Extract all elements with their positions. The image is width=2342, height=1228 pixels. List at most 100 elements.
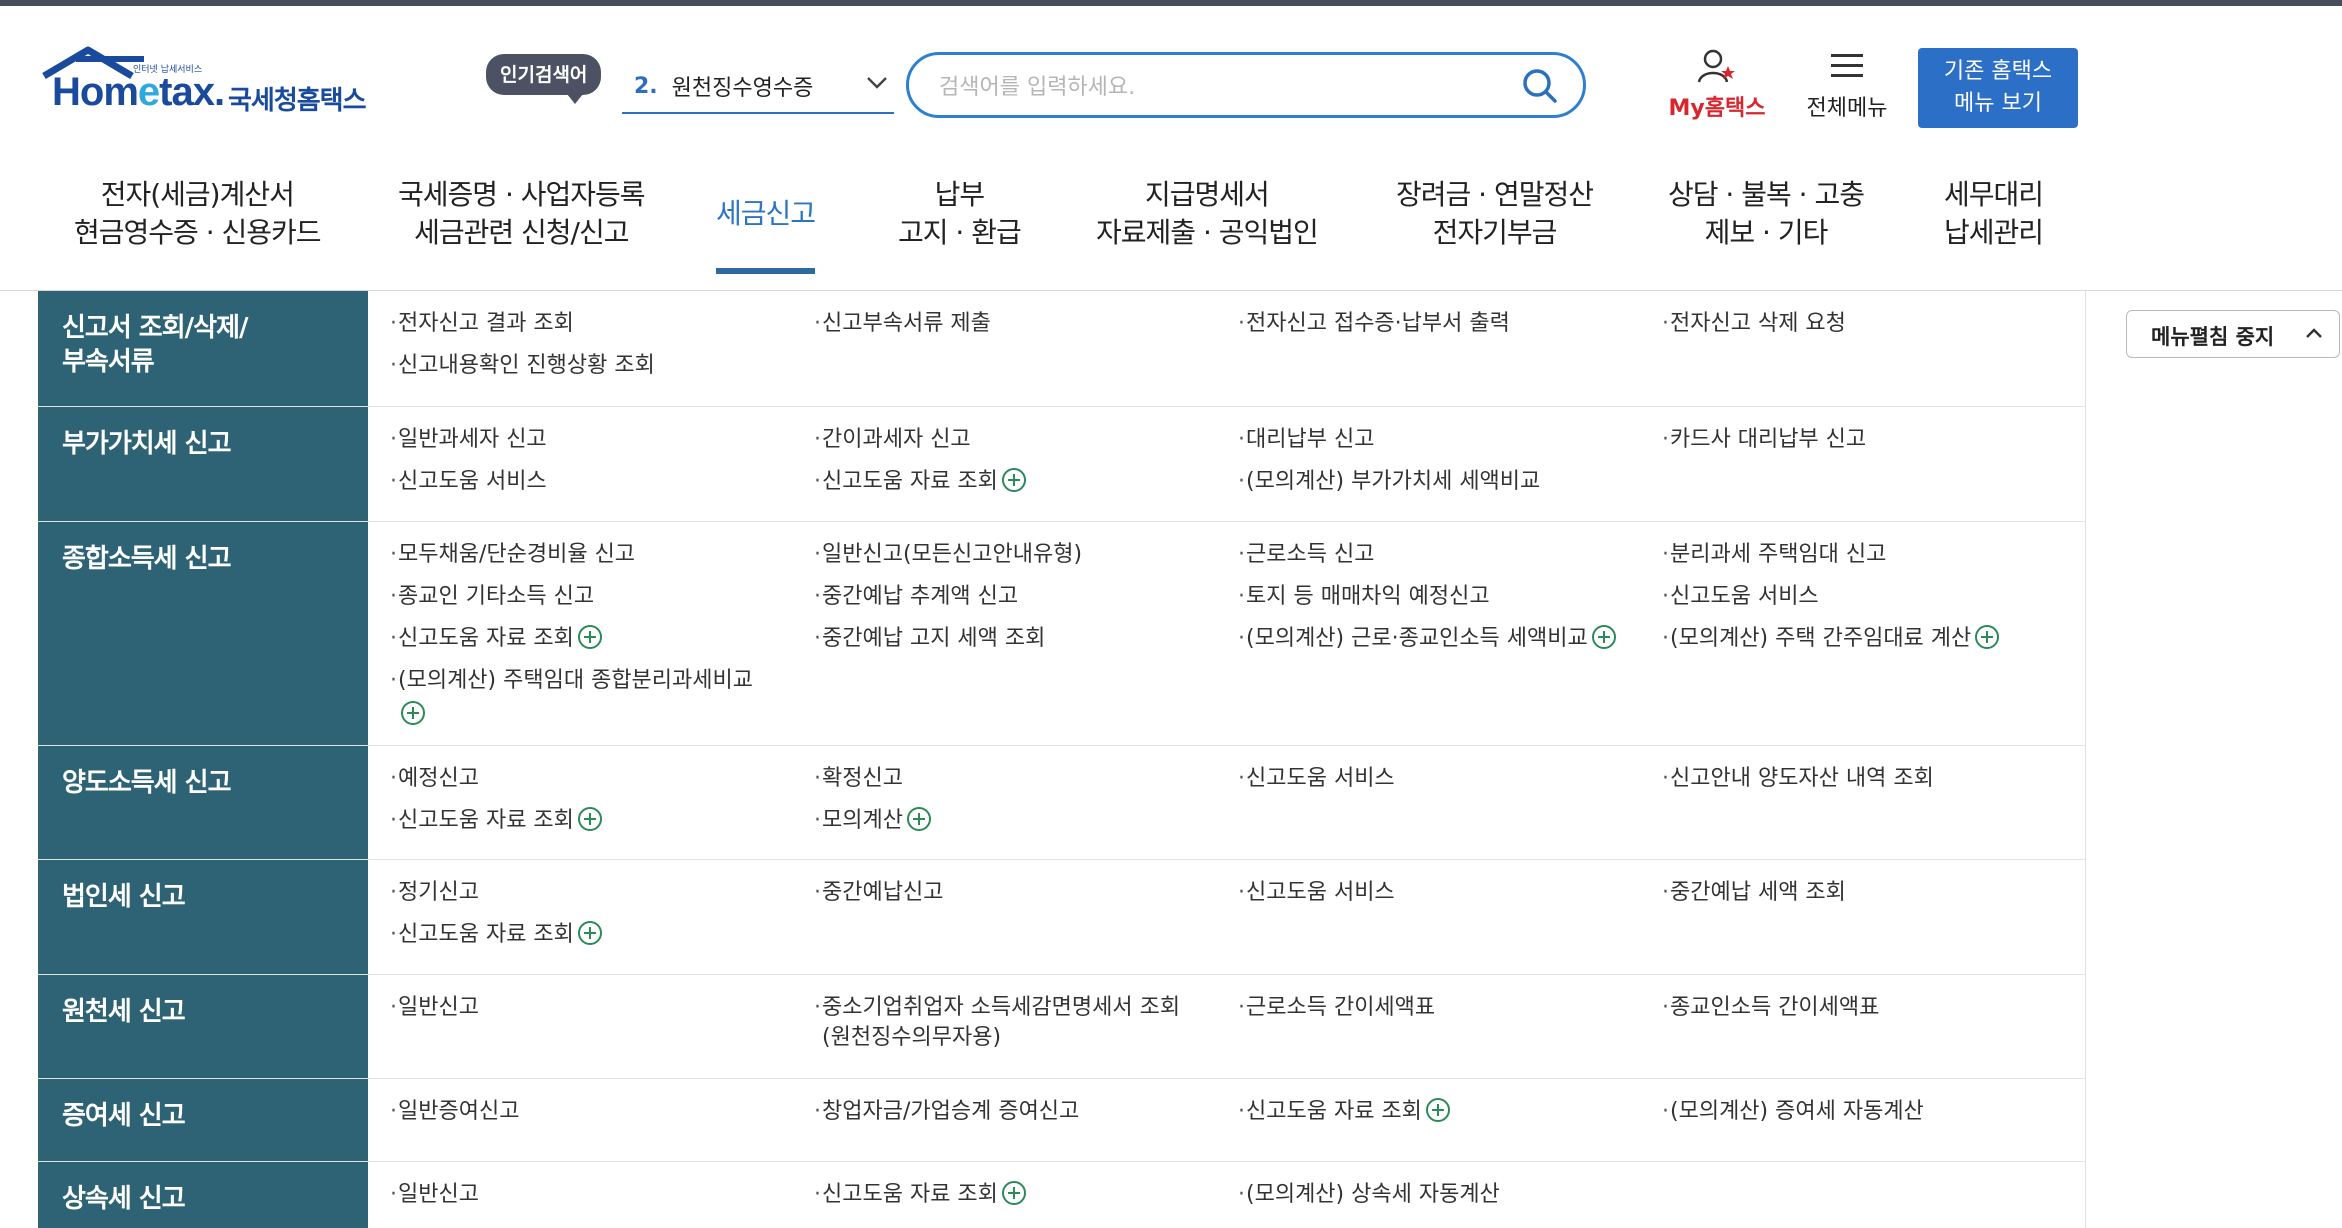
menu-link[interactable]: ·종교인소득 간이세액표: [1662, 993, 1879, 1023]
row-title: 법인세 신고: [62, 882, 186, 912]
plus-circle-icon[interactable]: [1974, 624, 2000, 650]
row-heading: 신고서 조회/삭제/ 부속서류: [38, 291, 368, 406]
nav-payment-statement[interactable]: 지급명세서 자료제출 · 공익법인: [1096, 176, 1319, 252]
old-hometax-menu-button[interactable]: 기존 홈택스 메뉴 보기: [1918, 48, 2078, 128]
menu-row: 부가가치세 신고 ·일반과세자 신고 ·간이과세자 신고 ·대리납부 신고 ·카…: [38, 407, 2086, 522]
search-input[interactable]: [937, 69, 1501, 105]
nav-label: 세무대리: [1944, 178, 2044, 211]
row-heading: 상속세 신고: [38, 1162, 368, 1228]
nav-incentive-year-end[interactable]: 장려금 · 연말정산 전자기부금: [1396, 176, 1594, 252]
plus-circle-icon[interactable]: [577, 920, 603, 946]
menu-link[interactable]: ·일반증여신고: [390, 1097, 519, 1127]
menu-link[interactable]: ·중간예납 추계액 신고: [814, 582, 1018, 612]
menu-link[interactable]: ·신고도움 서비스: [1238, 764, 1395, 794]
menu-link[interactable]: ·신고내용확인 진행상황 조회: [390, 351, 655, 381]
plus-circle-icon[interactable]: [400, 700, 426, 726]
menu-link[interactable]: ·일반과세자 신고: [390, 425, 547, 455]
hometax-logo[interactable]: 인터넷 납세서비스 Hometax. 국세청홈택스: [38, 46, 388, 126]
menu-link[interactable]: ·(모의계산) 주택 간주임대료 계산: [1662, 624, 2000, 654]
menu-link[interactable]: ·모두채움/단순경비율 신고: [390, 540, 635, 570]
plus-circle-icon[interactable]: [1001, 467, 1027, 493]
nav-label: 세금관련 신청/신고: [414, 216, 629, 249]
menu-link[interactable]: ·신고도움 자료 조회: [1238, 1097, 1451, 1127]
menu-link[interactable]: ·신고도움 자료 조회: [390, 806, 603, 836]
menu-link[interactable]: ·중간예납 세액 조회: [1662, 878, 1846, 908]
menu-link[interactable]: ·중간예납신고: [814, 878, 943, 908]
menu-link[interactable]: ·카드사 대리납부 신고: [1662, 425, 1866, 455]
menu-link[interactable]: ·전자신고 삭제 요청: [1662, 309, 1846, 339]
active-tab-indicator: [716, 268, 816, 274]
row-title: 부가가치세 신고: [62, 429, 232, 459]
nav-label: 자료제출 · 공익법인: [1096, 216, 1319, 249]
popular-search-badge: 인기검색어: [486, 54, 602, 104]
menu-link[interactable]: ·신고도움 서비스: [390, 467, 547, 497]
menu-link[interactable]: ·신고도움 자료 조회: [390, 920, 603, 950]
menu-link[interactable]: ·신고도움 서비스: [1662, 582, 1819, 612]
menu-link[interactable]: ·분리과세 주택임대 신고: [1662, 540, 1886, 570]
nav-label: 상담 · 불복 · 고충: [1668, 178, 1865, 211]
menu-link[interactable]: ·신고안내 양도자산 내역 조회: [1662, 764, 1934, 794]
menu-link[interactable]: ·예정신고: [390, 764, 479, 794]
menu-link[interactable]: ·정기신고: [390, 878, 479, 908]
menu-link[interactable]: ·(모의계산) 증여세 자동계산: [1662, 1097, 1924, 1127]
nav-label: 세금신고: [716, 197, 816, 230]
menu-link[interactable]: ·모의계산: [814, 806, 932, 836]
row-heading: 증여세 신고: [38, 1079, 368, 1161]
row-links: ·모두채움/단순경비율 신고 ·일반신고(모든신고안내유형) ·근로소득 신고 …: [368, 522, 2086, 745]
menu-link[interactable]: ·근로소득 간이세액표: [1238, 993, 1435, 1023]
menu-link[interactable]: ·(모의계산) 근로·종교인소득 세액비교: [1238, 624, 1617, 654]
menu-link[interactable]: ·확정신고: [814, 764, 903, 794]
menu-link[interactable]: ·신고도움 자료 조회: [814, 1180, 1027, 1210]
menu-row: 법인세 신고 ·정기신고 ·중간예납신고 ·신고도움 서비스 ·중간예납 세액 …: [38, 860, 2086, 975]
nav-tax-filing[interactable]: 세금신고: [716, 195, 816, 274]
menu-link[interactable]: ·전자신고 접수증·납부서 출력: [1238, 309, 1510, 339]
menu-link[interactable]: ·신고도움 자료 조회: [390, 624, 603, 654]
menu-link[interactable]: ·전자신고 결과 조회: [390, 309, 574, 339]
my-hometax-button[interactable]: My홈택스: [1662, 48, 1772, 122]
menu-link[interactable]: ·창업자금/가업승계 증여신고: [814, 1097, 1079, 1127]
plus-circle-icon[interactable]: [906, 806, 932, 832]
nav-consulting[interactable]: 상담 · 불복 · 고충 제보 · 기타: [1668, 176, 1865, 252]
popular-rank: 2.: [634, 73, 658, 99]
menu-link[interactable]: ·일반신고: [390, 1180, 479, 1210]
plus-circle-icon[interactable]: [577, 624, 603, 650]
row-heading: 부가가치세 신고: [38, 407, 368, 521]
menu-expand-stop-button[interactable]: 메뉴펼침 중지: [2126, 310, 2340, 358]
plus-circle-icon[interactable]: [1425, 1097, 1451, 1123]
menu-link[interactable]: ·간이과세자 신고: [814, 425, 971, 455]
menu-link[interactable]: ·근로소득 신고: [1238, 540, 1374, 570]
menu-link[interactable]: ·종교인 기타소득 신고: [390, 582, 594, 612]
menu-link[interactable]: ·신고도움 자료 조회: [814, 467, 1027, 497]
row-links: ·일반과세자 신고 ·간이과세자 신고 ·대리납부 신고 ·카드사 대리납부 신…: [368, 407, 2086, 521]
old-hometax-line1: 기존 홈택스: [1943, 59, 2053, 84]
nav-label: 제보 · 기타: [1704, 216, 1829, 249]
nav-tax-agent[interactable]: 세무대리 납세관리: [1944, 176, 2044, 252]
menu-link[interactable]: ·(모의계산) 상속세 자동계산: [1238, 1180, 1500, 1210]
menu-link[interactable]: ·신고부속서류 제출: [814, 309, 991, 339]
row-links: ·일반증여신고 ·창업자금/가업승계 증여신고 ·신고도움 자료 조회 ·(모의…: [368, 1079, 2086, 1161]
menu-link[interactable]: ·대리납부 신고: [1238, 425, 1374, 455]
menu-link[interactable]: ·신고도움 서비스: [1238, 878, 1395, 908]
menu-link[interactable]: ·일반신고(모든신고안내유형): [814, 540, 1082, 570]
row-title: 신고서 조회/삭제/: [62, 313, 248, 343]
menu-toggle-label: 메뉴펼침 중지: [2151, 325, 2275, 349]
my-hometax-label: My홈택스: [1668, 96, 1766, 121]
row-links: ·예정신고 ·확정신고 ·신고도움 서비스 ·신고안내 양도자산 내역 조회 ·…: [368, 746, 2086, 859]
menu-row: 종합소득세 신고 ·모두채움/단순경비율 신고 ·일반신고(모든신고안내유형) …: [38, 522, 2086, 746]
row-title: 부속서류: [62, 347, 155, 377]
nav-payment[interactable]: 납부 고지 · 환급: [898, 176, 1022, 252]
plus-circle-icon[interactable]: [1591, 624, 1617, 650]
popular-search-select[interactable]: 2. 원천징수영수증: [622, 60, 894, 114]
nav-e-invoice[interactable]: 전자(세금)계산서 현금영수증 · 신용카드: [74, 176, 322, 252]
menu-link[interactable]: ·일반신고: [390, 993, 479, 1023]
menu-link[interactable]: ·중소기업취업자 소득세감면명세서 조회 (원천징수의무자용): [814, 993, 1180, 1053]
plus-circle-icon[interactable]: [577, 806, 603, 832]
search-icon[interactable]: [1521, 67, 1559, 105]
nav-tax-certificate[interactable]: 국세증명 · 사업자등록 세금관련 신청/신고: [398, 176, 646, 252]
menu-link[interactable]: ·중간예납 고지 세액 조회: [814, 624, 1045, 654]
menu-link[interactable]: ·(모의계산) 부가가치세 세액비교: [1238, 467, 1540, 497]
menu-link[interactable]: ·토지 등 매매차익 예정신고: [1238, 582, 1490, 612]
plus-circle-icon[interactable]: [1001, 1180, 1027, 1206]
all-menu-button[interactable]: 전체메뉴: [1792, 48, 1902, 122]
menu-link[interactable]: ·(모의계산) 주택임대 종합분리과세비교: [390, 666, 753, 726]
